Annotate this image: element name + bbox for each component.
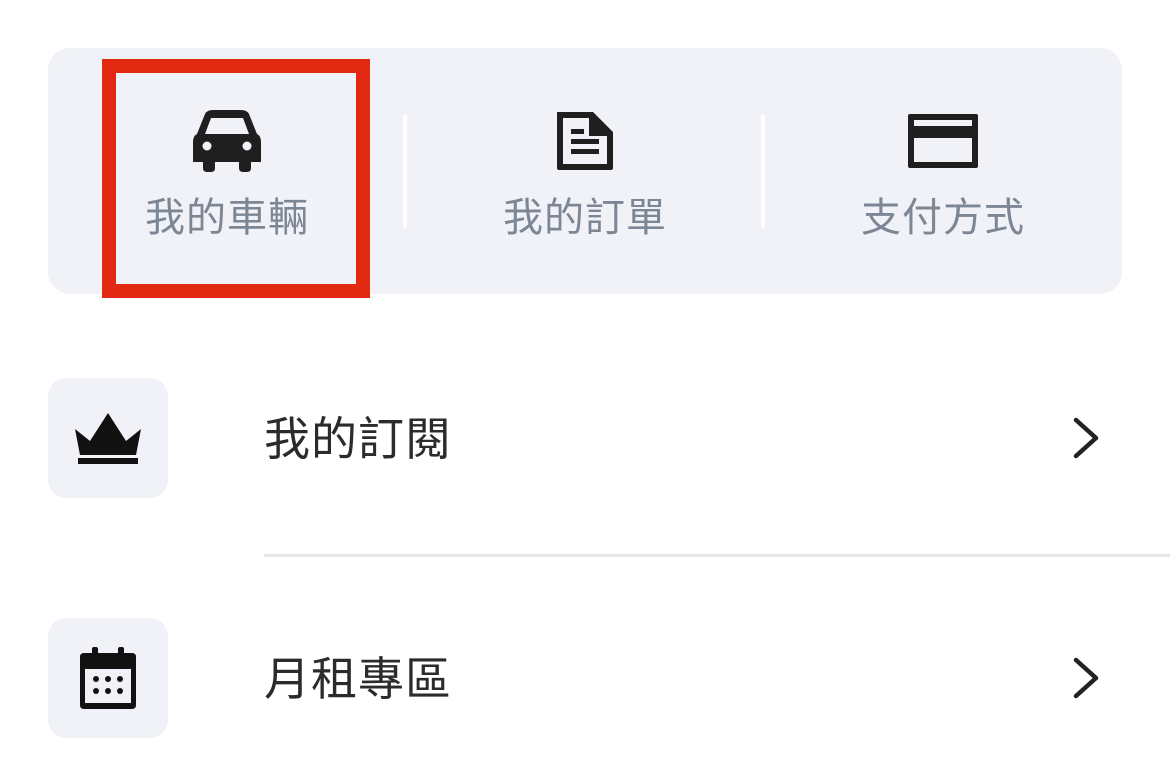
menu-item-monthly-rental[interactable]: 月租專區 <box>0 618 1170 738</box>
my-orders-label: 我的訂單 <box>503 195 667 241</box>
icon-tile <box>48 378 168 498</box>
calendar-icon <box>80 647 136 709</box>
chevron-right-icon <box>1073 657 1099 699</box>
my-vehicles-button[interactable]: 我的車輛 <box>48 48 406 294</box>
my-orders-button[interactable]: 我的訂單 <box>406 48 764 294</box>
menu-item-my-subscriptions[interactable]: 我的訂閱 <box>0 378 1170 498</box>
car-icon <box>193 110 261 172</box>
icon-tile <box>48 618 168 738</box>
list-divider <box>264 554 1170 557</box>
crown-icon <box>75 413 141 464</box>
credit-card-icon <box>908 114 978 168</box>
menu-item-label: 月租專區 <box>264 652 452 706</box>
payment-methods-button[interactable]: 支付方式 <box>764 48 1122 294</box>
menu-item-label: 我的訂閱 <box>264 412 452 466</box>
document-icon <box>557 112 613 170</box>
payment-methods-label: 支付方式 <box>861 195 1025 241</box>
quick-actions-panel: 我的車輛 我的訂單 支付方式 <box>48 48 1122 294</box>
my-vehicles-label: 我的車輛 <box>145 195 309 241</box>
chevron-right-icon <box>1073 417 1099 459</box>
